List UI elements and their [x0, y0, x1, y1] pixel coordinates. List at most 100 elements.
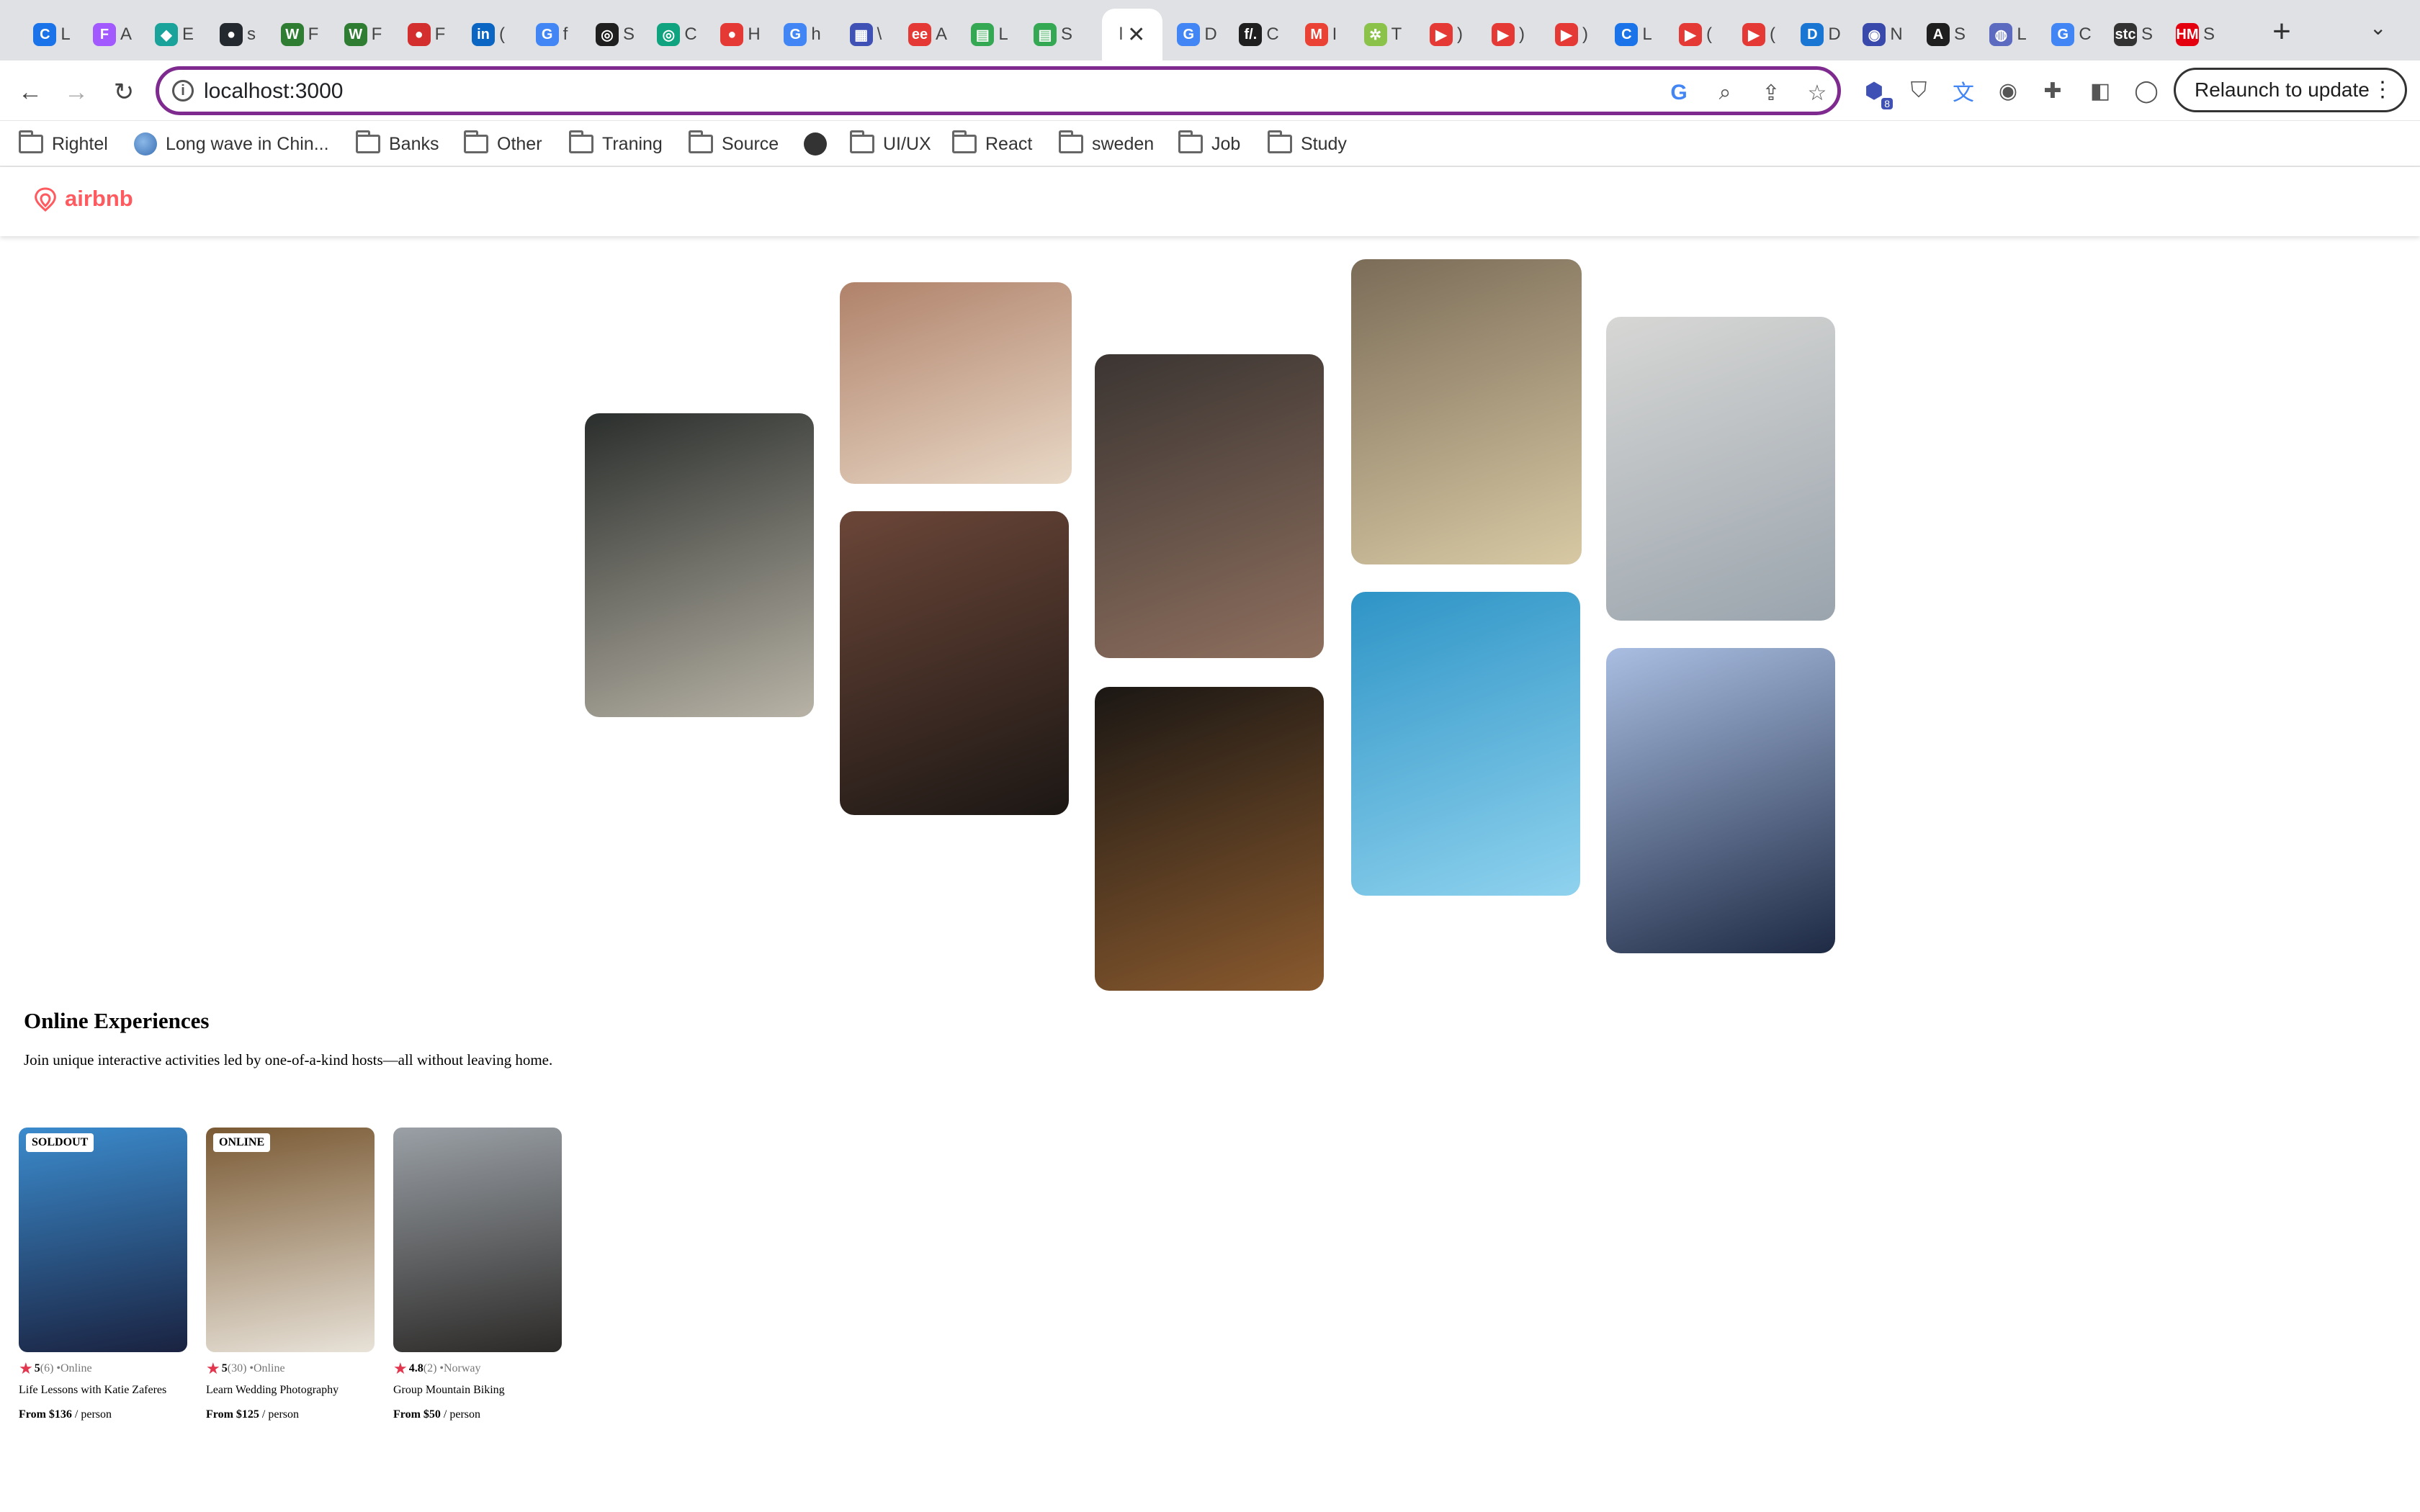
browser-tab[interactable]: WF [269, 9, 330, 60]
card-title[interactable]: Group Mountain Biking [393, 1384, 505, 1397]
browser-tab[interactable]: GC [2041, 9, 2102, 60]
tab-title: F [434, 24, 446, 44]
card-image: SOLDOUT [19, 1128, 187, 1352]
browser-tab[interactable]: ● s [207, 9, 268, 60]
browser-tab[interactable]: WF [333, 9, 393, 60]
more-menu-icon[interactable]: ⋮ [2372, 78, 2393, 102]
browser-tab[interactable]: ▤ S [1023, 9, 1083, 60]
back-button[interactable]: ← [13, 75, 48, 109]
close-icon[interactable]: ✕ [1127, 22, 1145, 48]
card-location: •Online [249, 1362, 285, 1374]
browser-tab[interactable]: ◍ L [1978, 9, 2038, 60]
tab-title: ( [499, 24, 505, 44]
favicon-icon: ● [720, 23, 744, 46]
brand-name: airbnb [65, 186, 133, 211]
browser-tab[interactable]: MI [1291, 9, 1351, 60]
tab-title: T [1391, 24, 1402, 44]
browser-tab[interactable]: ◉ N [1852, 9, 1913, 60]
browser-tab[interactable]: Gf [521, 9, 582, 60]
favicon-icon: in [472, 23, 495, 46]
browser-tab[interactable]: ▶( [1665, 9, 1726, 60]
privacy-shield-icon[interactable]: ⛉ [1903, 75, 1935, 107]
tab-active[interactable]: l ✕ [1102, 9, 1162, 60]
status-badge: ONLINE [213, 1133, 271, 1152]
tab-strip: C L F A ◆ E ● s W F W F ● Fin(Gf ◎ S ◎ C ● H Gh ▦ \ ee A ▤ L ▤ S G Df/… [0, 0, 2420, 60]
browser-tab[interactable]: ee A [897, 9, 958, 60]
tab-title: C [684, 24, 697, 44]
bookmark-item[interactable]: Banks [356, 130, 439, 158]
browser-tab[interactable]: DD [1791, 9, 1851, 60]
google-lens-icon[interactable]: G [1664, 78, 1693, 107]
tab-title: ( [1706, 24, 1712, 44]
card-price: From $136 / person [19, 1408, 112, 1421]
relaunch-button[interactable]: Relaunch to update ⋮ [2174, 68, 2407, 112]
bookmark-item[interactable]: UI/UX [850, 130, 931, 158]
bookmark-item[interactable]: Source [689, 130, 779, 158]
globe-icon [134, 132, 157, 156]
browser-tab[interactable]: f/. C [1229, 9, 1289, 60]
browser-tab[interactable]: CL [1603, 9, 1664, 60]
bookmark-star-icon[interactable]: ☆ [1803, 78, 1832, 107]
favicon-icon: C [33, 23, 57, 46]
browser-tab[interactable]: ▶) [1416, 9, 1476, 60]
browser-tab[interactable]: ▤ L [959, 9, 1020, 60]
browser-tab[interactable]: ✲ T [1353, 9, 1413, 60]
browser-tab[interactable]: ▶( [1729, 9, 1789, 60]
browser-tab[interactable]: HM S [2165, 9, 2226, 60]
browser-tab[interactable]: ▶) [1478, 9, 1538, 60]
world-icon [804, 132, 827, 156]
favicon-icon: ▦ [849, 23, 873, 46]
bookmark-item[interactable]: Long wave in Chin... [134, 130, 329, 158]
browser-tab[interactable]: ◎ C [647, 9, 707, 60]
plus-icon: + [2272, 14, 2291, 49]
browser-tab[interactable]: ◆ E [144, 9, 205, 60]
browser-tab[interactable]: ● H [710, 9, 771, 60]
side-panel-icon[interactable]: ◧ [2084, 75, 2116, 107]
info-icon[interactable]: i [172, 80, 194, 102]
bookmark-item[interactable]: sweden [1059, 130, 1154, 158]
browser-tab[interactable]: Gh [772, 9, 833, 60]
bookmark-item[interactable]: Rightel [19, 130, 108, 158]
browser-tab[interactable]: ▶) [1541, 9, 1602, 60]
browser-tab[interactable]: ▦ \ [835, 9, 896, 60]
url-input[interactable] [204, 77, 1284, 106]
favicon-icon: f/. [1239, 23, 1263, 46]
airbnb-logo-icon [35, 187, 56, 212]
tab-search-button[interactable]: ⌄ [2370, 16, 2386, 40]
airbnb-logo[interactable]: airbnb [32, 184, 133, 213]
puzzle-icon[interactable]: ✚ [2037, 75, 2069, 107]
extension-icon-shield[interactable]: ⬢ 8 [1858, 75, 1893, 109]
translate-icon[interactable]: 文 [1948, 75, 1979, 107]
browser-tab[interactable]: FA [82, 9, 143, 60]
card-rating: 4.8 [408, 1362, 424, 1374]
photo-singer-microphone [1606, 648, 1835, 953]
browser-tab[interactable]: stc S [2103, 9, 2164, 60]
forward-button[interactable]: → [59, 75, 94, 109]
bookmark-item[interactable]: Job [1178, 130, 1240, 158]
bookmark-item[interactable]: Other [464, 130, 542, 158]
browser-tab[interactable]: ● F [396, 9, 457, 60]
card-title[interactable]: Life Lessons with Katie Zaferes [19, 1384, 166, 1397]
new-tab-button[interactable]: + [2260, 10, 2303, 53]
site-header: airbnb [0, 167, 2420, 236]
browser-tab[interactable]: ◎ S [585, 9, 645, 60]
grammarly-icon[interactable]: ◉ [1992, 75, 2024, 107]
bookmark-item[interactable]: Traning [569, 130, 663, 158]
card-title[interactable]: Learn Wedding Photography [206, 1384, 339, 1397]
browser-toolbar: ← → ↻ i G ⌕ ⇪ ☆ ⬢8 ⛉ 文 ◉ ✚ ◧ ◯ Relaunch … [0, 60, 2420, 121]
browser-tab[interactable]: CL [22, 9, 82, 60]
reload-button[interactable]: ↻ [107, 75, 141, 109]
browser-tab[interactable]: GD [1167, 9, 1227, 60]
address-bar[interactable]: i G ⌕ ⇪ ☆ [156, 66, 1841, 115]
bookmark-item[interactable]: Study [1268, 130, 1347, 158]
bookmark-item[interactable]: React [952, 130, 1032, 158]
browser-tab[interactable]: in( [458, 9, 519, 60]
browser-tab[interactable]: AS [1916, 9, 1976, 60]
profile-avatar[interactable]: ◯ [2130, 75, 2162, 107]
tab-title: N [1890, 24, 1903, 44]
share-icon[interactable]: ⇪ [1757, 78, 1785, 107]
folder-icon [19, 130, 43, 153]
zoom-icon[interactable]: ⌕ [1711, 78, 1739, 107]
bookmark-item[interactable] [804, 130, 827, 158]
tab-title: I [1332, 24, 1337, 44]
